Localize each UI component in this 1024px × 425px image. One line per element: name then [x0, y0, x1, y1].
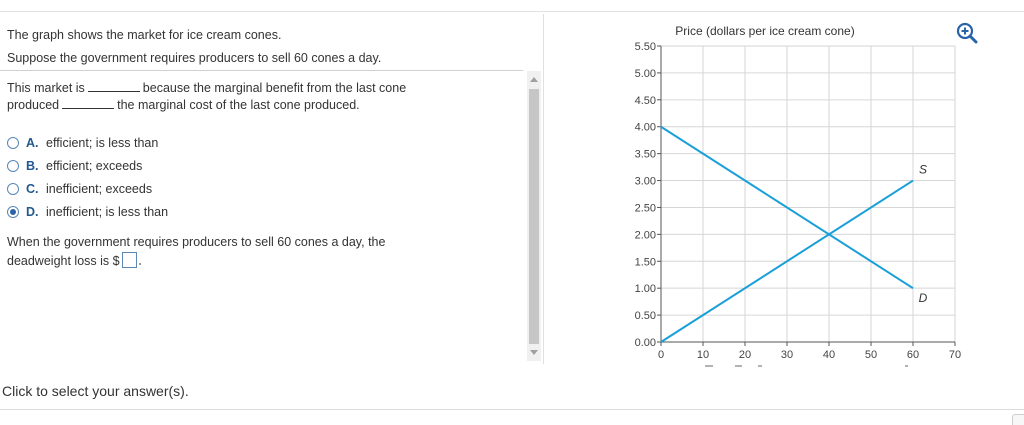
y-tick-label: 5.00 — [635, 68, 656, 80]
radio-button[interactable] — [7, 159, 19, 172]
y-tick-label: 2.00 — [635, 229, 656, 241]
radio-button-selected[interactable] — [7, 205, 19, 218]
deadweight-loss-input[interactable] — [121, 252, 137, 268]
question-1-stem: This market is because the marginal benef… — [7, 80, 517, 114]
supply-label: S — [919, 163, 927, 177]
y-tick-label: 4.50 — [635, 95, 656, 107]
intro-line-1: The graph shows the market for ice cream… — [7, 28, 282, 42]
scroll-up-arrow-icon[interactable] — [530, 77, 538, 82]
option-letter: B. — [26, 158, 39, 173]
y-tick-label: 0.50 — [635, 310, 656, 322]
radio-button[interactable] — [7, 136, 19, 149]
intro-divider — [0, 70, 523, 71]
scroll-thumb[interactable] — [529, 89, 539, 344]
scroll-down-arrow-icon[interactable] — [530, 350, 538, 355]
y-tick-labels: 0.00 0.50 1.00 1.50 2.00 2.50 3.00 3.50 4.00 4.50… — [635, 41, 656, 349]
option-text: efficient; exceeds — [46, 158, 143, 173]
option-text: inefficient; is less than — [46, 204, 169, 219]
intro-line-2: Suppose the government requires producer… — [7, 51, 382, 65]
option-letter: C. — [26, 181, 39, 196]
stem-text-2: because the marginal benefit from the la… — [142, 81, 407, 95]
panel-separator — [543, 14, 544, 364]
vertical-scrollbar[interactable] — [527, 71, 541, 361]
x-tick-label: 30 — [781, 349, 793, 361]
x-tick-label: 70 — [949, 349, 961, 361]
option-d[interactable]: D. inefficient; is less than — [7, 200, 407, 223]
y-tick-label: 4.00 — [635, 122, 656, 134]
option-c[interactable]: C. inefficient; exceeds — [7, 177, 407, 200]
answer-options: A. efficient; is less than B. efficient;… — [7, 131, 407, 223]
corner-control[interactable] — [1012, 414, 1024, 425]
x-tick-label: 20 — [739, 349, 751, 361]
x-tick-label: 40 — [823, 349, 835, 361]
option-letter: A. — [26, 135, 39, 150]
y-tick-label: 1.00 — [635, 283, 656, 295]
fill-blank-1 — [87, 80, 140, 92]
demand-label: D — [919, 291, 928, 305]
x-tick-labels: 0 10 20 30 40 50 60 70 — [658, 349, 961, 361]
status-text: Click to select your answer(s). — [2, 383, 189, 399]
option-letter: D. — [26, 204, 39, 219]
y-tick-label: 1.50 — [635, 256, 656, 268]
input-indicator — [138, 263, 141, 265]
question-2-line-1: When the government requires producers t… — [7, 235, 386, 249]
x-tick-label: 60 — [907, 349, 919, 361]
stem-text-4: the marginal cost of the last cone produ… — [117, 98, 360, 112]
option-text: efficient; is less than — [46, 135, 159, 150]
stem-text-1: This market is — [7, 81, 85, 95]
option-a[interactable]: A. efficient; is less than — [7, 131, 407, 154]
option-text: inefficient; exceeds — [46, 181, 153, 196]
y-tick-label: 2.50 — [635, 202, 656, 214]
zoom-in-icon[interactable] — [955, 21, 979, 45]
radio-button[interactable] — [7, 182, 19, 195]
axes — [657, 45, 956, 346]
fill-blank-2 — [62, 97, 115, 109]
stem-text-3: produced — [7, 98, 60, 112]
y-tick-label: 3.00 — [635, 176, 656, 188]
y-tick-label: 5.50 — [635, 41, 656, 53]
option-b[interactable]: B. efficient; exceeds — [7, 154, 407, 177]
x-tick-label: 50 — [865, 349, 877, 361]
x-tick-label: 0 — [658, 349, 664, 361]
question-panel: The graph shows the market for ice cream… — [0, 12, 523, 364]
question-intro: The graph shows the market for ice cream… — [7, 24, 517, 70]
y-tick-label: 0.00 — [635, 337, 656, 349]
bottom-rule — [0, 409, 1024, 410]
y-axis-label: Price (dollars per ice cream cone) — [675, 24, 854, 38]
y-tick-label: 3.50 — [635, 149, 656, 161]
grid-lines — [661, 45, 956, 342]
question-2: When the government requires producers t… — [7, 233, 517, 271]
supply-demand-graph: Price (dollars per ice cream cone) 0.000… — [635, 24, 961, 367]
question-2-line-2: deadweight loss is $ — [7, 254, 120, 268]
x-tick-label: 10 — [697, 349, 709, 361]
